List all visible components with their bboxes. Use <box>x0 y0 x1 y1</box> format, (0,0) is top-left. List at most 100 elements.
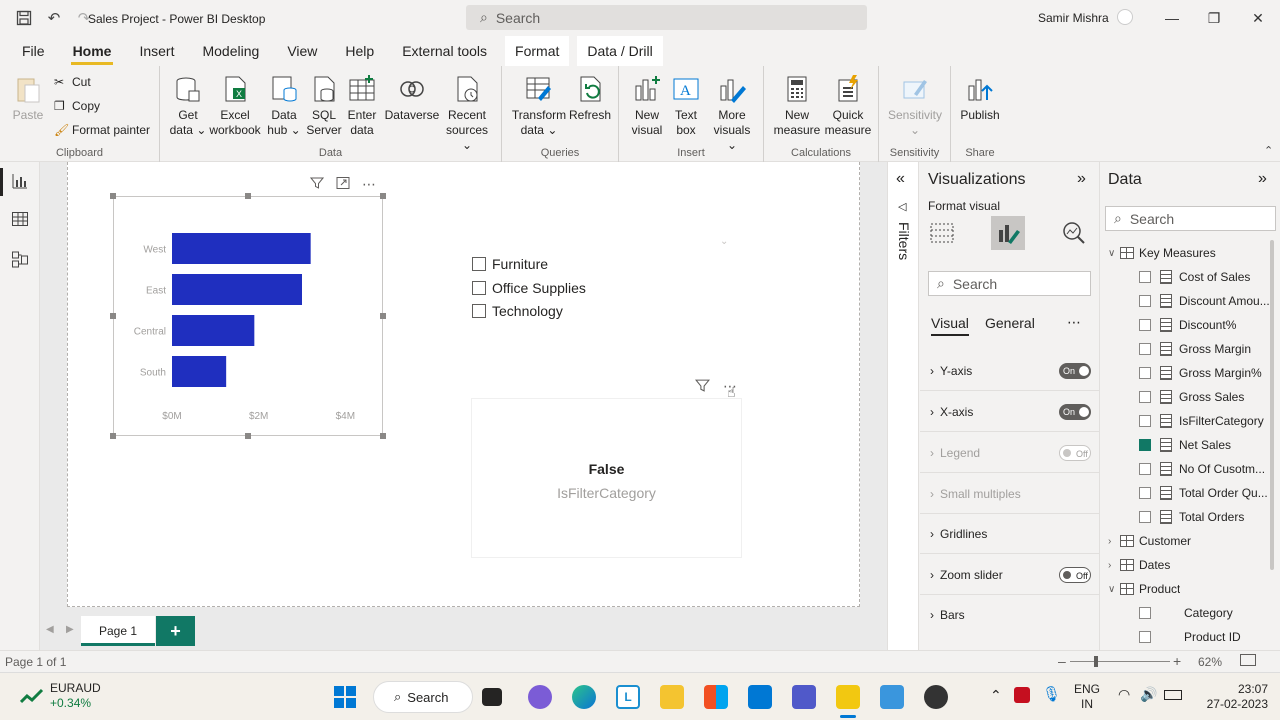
page-tab-page-1[interactable]: Page 1 <box>81 616 155 646</box>
field-checkbox[interactable] <box>1139 391 1151 403</box>
bar[interactable] <box>172 315 255 346</box>
microsoft-store-icon[interactable] <box>704 685 728 709</box>
checkbox[interactable] <box>472 281 486 295</box>
field-checkbox[interactable] <box>1139 511 1151 523</box>
more-options-icon[interactable]: ⋯ <box>356 176 382 193</box>
tree-field-net-sales[interactable]: Net Sales <box>1139 433 1231 457</box>
card-filter-icon[interactable] <box>694 378 711 396</box>
refresh-button[interactable]: Refresh <box>568 74 612 123</box>
file-explorer-icon[interactable] <box>660 685 684 709</box>
l-app-icon[interactable]: L <box>616 685 640 709</box>
format-visual-icon[interactable] <box>991 216 1025 250</box>
field-checkbox[interactable] <box>1139 271 1151 283</box>
restore-icon[interactable]: ❐ <box>1194 0 1234 36</box>
new-visual-button[interactable]: New visual <box>629 74 665 138</box>
tab-home[interactable]: Home <box>63 36 122 66</box>
build-visual-icon[interactable] <box>929 220 955 249</box>
volume-icon[interactable]: 🔊 <box>1140 686 1157 703</box>
copy-button[interactable]: ❐ Copy <box>54 99 100 113</box>
language-indicator[interactable]: ENG IN <box>1074 682 1100 712</box>
format-card-legend[interactable]: › Legend Off <box>920 433 1099 473</box>
data-scrollbar[interactable] <box>1270 240 1274 570</box>
chevron-down-icon[interactable]: ∨ <box>1108 248 1120 259</box>
viz-more-options-icon[interactable]: ⋯ <box>1067 314 1081 331</box>
slicer-item-office-supplies[interactable]: Office Supplies <box>472 280 586 296</box>
slicer-item-furniture[interactable]: Furniture <box>472 256 548 272</box>
transform-data-button[interactable]: Transform data ⌄ <box>510 74 568 138</box>
resize-handle[interactable] <box>245 433 251 439</box>
resize-handle[interactable] <box>380 313 386 319</box>
data-collapse-icon[interactable]: » <box>1258 170 1267 188</box>
recent-sources-button[interactable]: Recent sources ⌄ <box>440 74 494 153</box>
tree-table-customer[interactable]: › Customer <box>1108 529 1191 553</box>
tab-view[interactable]: View <box>277 36 327 66</box>
model-view-icon[interactable] <box>10 250 30 270</box>
page-prev-icon[interactable]: ◀ <box>46 624 54 635</box>
format-painter-button[interactable]: 🖌 Format painter <box>54 123 150 137</box>
resize-handle[interactable] <box>380 193 386 199</box>
user-name[interactable]: Samir Mishra <box>1038 11 1109 25</box>
tree-field-product-id[interactable]: Product ID <box>1139 625 1241 649</box>
field-checkbox[interactable] <box>1139 319 1151 331</box>
excel-workbook-button[interactable]: X Excel workbook <box>208 74 262 138</box>
field-checkbox[interactable] <box>1139 295 1151 307</box>
tree-field-gross-sales[interactable]: Gross Sales <box>1139 385 1244 409</box>
tree-field-gross-margin[interactable]: Gross Margin <box>1139 337 1251 361</box>
add-page-button[interactable]: + <box>156 616 195 646</box>
checkbox[interactable] <box>472 257 486 271</box>
collapse-ribbon-icon[interactable]: ⌃ <box>1264 144 1273 157</box>
table-view-icon[interactable] <box>10 210 30 230</box>
tree-table-dates[interactable]: › Dates <box>1108 553 1170 577</box>
format-card-gridlines[interactable]: › Gridlines <box>920 514 1099 554</box>
wifi-icon[interactable]: ◠ <box>1118 686 1130 703</box>
analytics-icon[interactable] <box>1061 220 1087 249</box>
bar[interactable] <box>172 274 302 305</box>
tab-data-drill[interactable]: Data / Drill <box>577 36 663 66</box>
zoom-slider[interactable] <box>1070 661 1170 662</box>
new-measure-button[interactable]: New measure <box>772 74 822 138</box>
paste-button[interactable]: Paste <box>10 74 46 123</box>
chevron-right-icon[interactable]: › <box>1108 536 1120 547</box>
tree-field-isfiltercategory[interactable]: IsFilterCategory <box>1139 409 1264 433</box>
viz-collapse-icon[interactable]: » <box>1077 170 1086 188</box>
cut-button[interactable]: ✂ Cut <box>54 75 91 89</box>
zoom-slider-toggle[interactable]: Off <box>1059 567 1091 583</box>
zoom-slider-thumb[interactable] <box>1094 656 1098 667</box>
zoom-in-icon[interactable]: + <box>1173 653 1181 669</box>
notepad-icon[interactable] <box>880 685 904 709</box>
resize-handle[interactable] <box>110 313 116 319</box>
tree-table-key-measures[interactable]: ∨ Key Measures <box>1108 241 1216 265</box>
teams-icon[interactable] <box>792 685 816 709</box>
taskbar-search[interactable]: ⌕ Search <box>373 681 473 713</box>
tree-field-no-of-customers[interactable]: No Of Cusotm... <box>1139 457 1265 481</box>
outlook-icon[interactable] <box>748 685 772 709</box>
minimize-icon[interactable]: — <box>1152 0 1192 36</box>
bar[interactable] <box>172 233 311 264</box>
y-axis-toggle[interactable]: On <box>1059 363 1091 379</box>
tray-app-icon[interactable] <box>1014 687 1030 703</box>
tree-field-total-order-qty[interactable]: Total Order Qu... <box>1139 481 1268 505</box>
sensitivity-button[interactable]: Sensitivity ⌄ <box>885 74 945 138</box>
chevron-down-icon[interactable]: ∨ <box>1108 584 1120 595</box>
teams-chat-icon[interactable] <box>528 685 552 709</box>
fit-page-icon[interactable] <box>1240 654 1256 666</box>
quick-measure-button[interactable]: Quick measure <box>822 74 874 138</box>
format-card-bars[interactable]: › Bars <box>920 595 1099 635</box>
tree-field-discount-amount[interactable]: Discount Amou... <box>1139 289 1270 313</box>
tree-field-gross-margin-pct[interactable]: Gross Margin% <box>1139 361 1262 385</box>
page-next-icon[interactable]: ▶ <box>66 624 74 635</box>
stock-widget[interactable]: EURAUD +0.34% <box>20 681 101 711</box>
filter-icon[interactable] <box>304 176 330 193</box>
windows-start-icon[interactable] <box>333 685 357 709</box>
more-visuals-button[interactable]: More visuals ⌄ <box>707 74 757 153</box>
dataverse-button[interactable]: Dataverse <box>384 74 440 123</box>
tree-field-total-orders[interactable]: Total Orders <box>1139 505 1244 529</box>
resize-handle[interactable] <box>380 433 386 439</box>
tab-file[interactable]: File <box>12 36 55 66</box>
tree-field-cost-of-sales[interactable]: Cost of Sales <box>1139 265 1250 289</box>
expand-filters-icon[interactable]: « <box>896 170 905 188</box>
microphone-icon[interactable]: 🎙 <box>1042 685 1061 703</box>
chrome-app-icon[interactable] <box>924 685 948 709</box>
bar[interactable] <box>172 356 227 387</box>
x-axis-toggle[interactable]: On <box>1059 404 1091 420</box>
